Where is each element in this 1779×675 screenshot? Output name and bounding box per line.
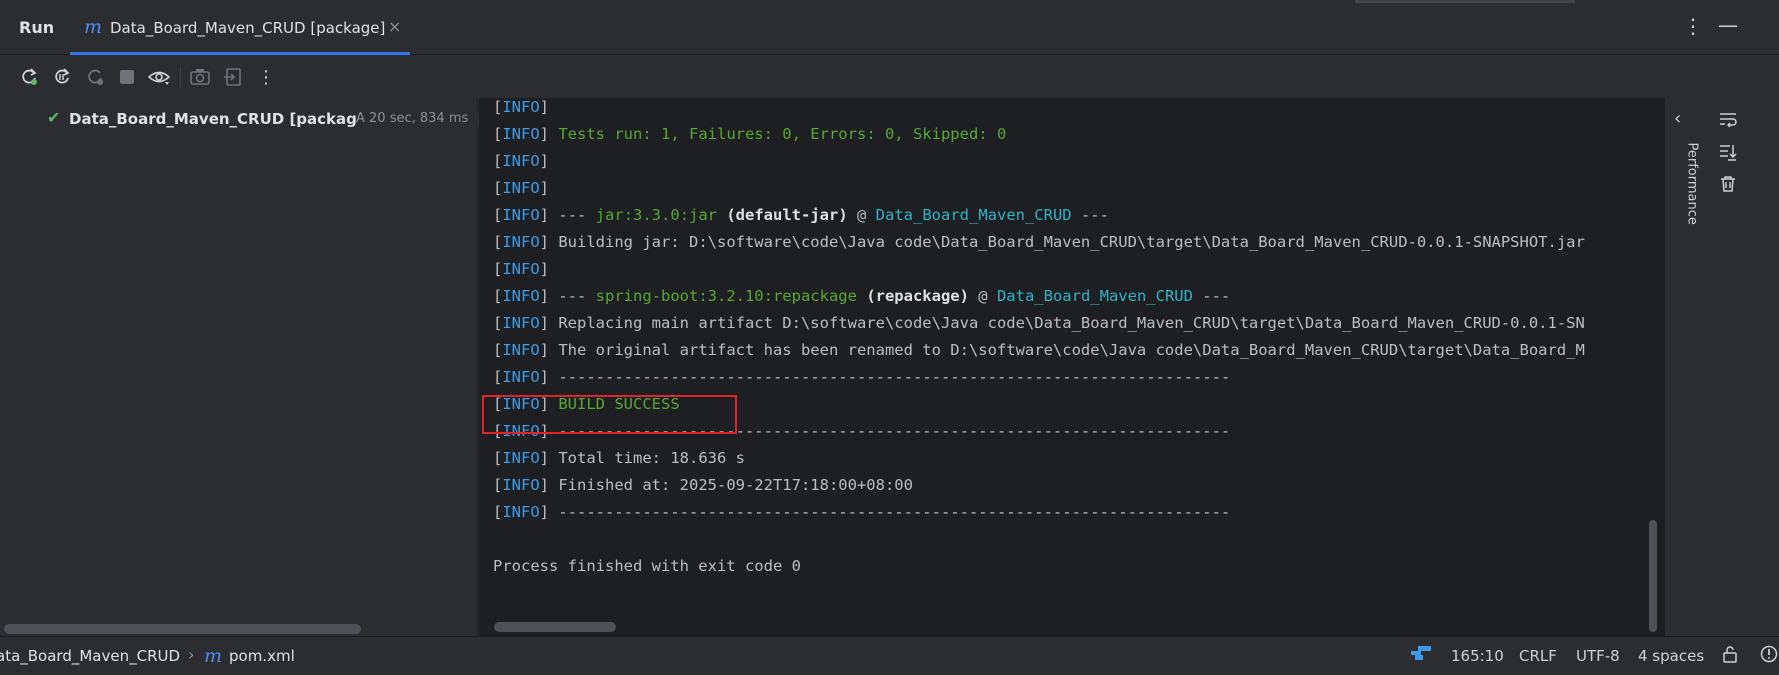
build-success-highlight xyxy=(482,395,737,434)
console-line: [INFO] Replacing main artifact D:\softwa… xyxy=(493,314,1585,332)
scroll-to-end-icon[interactable] xyxy=(1716,140,1740,164)
tab-title: Data_Board_Maven_CRUD [package] xyxy=(110,19,386,37)
maven-file-icon: m xyxy=(204,645,223,667)
chevron-left-icon[interactable]: ‹ xyxy=(1674,108,1681,129)
breadcrumb-file[interactable]: pom.xml xyxy=(229,647,295,665)
screenshot-icon[interactable] xyxy=(188,65,212,89)
console-line: [INFO] xyxy=(493,98,550,116)
more-options-icon[interactable]: ⋮ xyxy=(1683,14,1703,38)
run-label: Run xyxy=(19,18,55,37)
console-output[interactable]: [INFO] [INFO] Tests run: 1, Failures: 0,… xyxy=(479,98,1665,636)
soft-wrap-icon[interactable] xyxy=(1716,108,1740,132)
show-icon[interactable] xyxy=(147,65,171,89)
caret-position[interactable]: 165:10 xyxy=(1451,647,1504,665)
status-bar: ata_Board_Maven_CRUD › m pom.xml 165:10 … xyxy=(0,636,1779,675)
console-line: [INFO] Total time: 18.636 s xyxy=(493,449,745,467)
indent-setting[interactable]: 4 spaces xyxy=(1638,647,1704,665)
console-line: [INFO] ---------------------------------… xyxy=(493,368,1231,386)
line-separator[interactable]: CRLF xyxy=(1519,647,1557,665)
chevron-right-icon: › xyxy=(188,645,195,664)
console-line: [INFO] --- jar:3.3.0:jar (default-jar) @… xyxy=(493,206,1109,224)
more-icon[interactable]: ⋮ xyxy=(254,65,278,89)
toolbar-separator xyxy=(180,68,181,88)
file-encoding[interactable]: UTF-8 xyxy=(1576,647,1620,665)
tree-item-duration: A 20 sec, 834 ms xyxy=(356,111,478,126)
console-line: [INFO] The original artifact has been re… xyxy=(493,341,1585,359)
console-line-exit: Process finished with exit code 0 xyxy=(493,557,801,575)
stop-icon[interactable] xyxy=(115,65,139,89)
rerun-icon[interactable] xyxy=(17,65,41,89)
top-strip xyxy=(1355,0,1575,3)
tab-run-configuration[interactable]: m Data_Board_Maven_CRUD [package] × xyxy=(70,0,410,55)
lock-icon[interactable] xyxy=(1722,645,1738,668)
tree-item-package[interactable]: ✔ Data_Board_Maven_CRUD [package]: A 20 … xyxy=(0,108,478,130)
breadcrumb-project[interactable]: ata_Board_Maven_CRUD xyxy=(0,647,180,665)
horizontal-scrollbar[interactable] xyxy=(4,624,361,634)
console-line: [INFO] --- spring-boot:3.2.10:repackage … xyxy=(493,287,1231,305)
console-line: [INFO] xyxy=(493,179,550,197)
trash-icon[interactable] xyxy=(1716,172,1740,196)
run-toolbar: ⋮ xyxy=(0,56,1779,98)
performance-tab[interactable]: Performance xyxy=(1685,143,1700,225)
console-line: [INFO] Building jar: D:\software\code\Ja… xyxy=(493,233,1585,251)
console-line: [INFO] ---------------------------------… xyxy=(493,503,1231,521)
console-line: [INFO] xyxy=(493,260,550,278)
exit-icon[interactable] xyxy=(221,65,245,89)
vertical-scrollbar[interactable] xyxy=(1649,520,1657,632)
active-tab-indicator xyxy=(70,52,410,55)
rerun-failed-icon[interactable] xyxy=(50,65,74,89)
code-with-me-icon[interactable] xyxy=(1410,645,1432,666)
toggle-auto-test-icon[interactable] xyxy=(83,65,107,89)
console-line: [INFO] Tests run: 1, Failures: 0, Errors… xyxy=(493,125,1007,143)
check-icon: ✔ xyxy=(47,108,61,127)
tree-item-label: Data_Board_Maven_CRUD [package]: xyxy=(69,110,380,128)
console-line: [INFO] xyxy=(493,152,550,170)
tool-window-header: Run m Data_Board_Maven_CRUD [package] × … xyxy=(0,0,1779,55)
console-line: [INFO] Finished at: 2025-09-22T17:18:00+… xyxy=(493,476,913,494)
close-icon[interactable]: × xyxy=(388,17,401,36)
minimize-icon[interactable]: — xyxy=(1718,13,1738,37)
maven-icon: m xyxy=(84,16,103,38)
run-tree-panel: ✔ Data_Board_Maven_CRUD [package]: A 20 … xyxy=(0,98,478,636)
notifications-icon[interactable] xyxy=(1760,645,1778,668)
console-horizontal-scrollbar[interactable] xyxy=(494,622,616,632)
